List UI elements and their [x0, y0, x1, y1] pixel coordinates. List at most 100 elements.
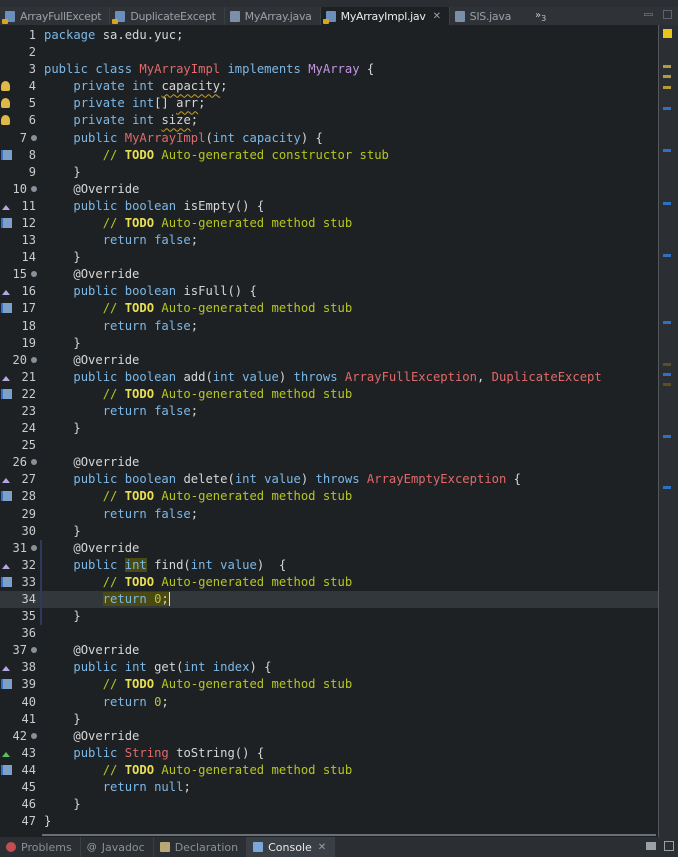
task-icon[interactable]: [1, 764, 12, 775]
line-gutter[interactable]: 23: [0, 403, 40, 420]
task-icon[interactable]: [1, 679, 12, 690]
code-line[interactable]: 26 @Override: [0, 454, 658, 471]
fold-toggle-icon[interactable]: [31, 271, 37, 278]
warning-summary-icon[interactable]: [663, 29, 672, 38]
code-line[interactable]: 32 public int find(int value) {: [0, 556, 658, 574]
overrides-icon[interactable]: [2, 751, 10, 757]
code-line[interactable]: 14 }: [0, 249, 658, 266]
line-gutter[interactable]: 31: [0, 540, 40, 557]
line-gutter[interactable]: 35: [0, 608, 40, 625]
line-gutter[interactable]: 36: [0, 625, 40, 642]
ruler-task-marker[interactable]: [663, 373, 671, 376]
line-gutter[interactable]: 19: [0, 335, 40, 352]
code-line[interactable]: 34 return 0;: [0, 590, 658, 608]
code-line[interactable]: 13 return false;: [0, 232, 658, 249]
line-gutter[interactable]: 5: [0, 95, 40, 112]
ruler-task-marker[interactable]: [663, 254, 671, 257]
code-line[interactable]: 28 // TODO Auto-generated method stub: [0, 488, 658, 505]
implements-icon[interactable]: [2, 666, 10, 672]
ruler-task-marker[interactable]: [663, 486, 671, 489]
line-gutter[interactable]: 37: [0, 642, 40, 659]
code-line[interactable]: 33 // TODO Auto-generated method stub: [0, 573, 658, 591]
code-line[interactable]: 9 }: [0, 164, 658, 181]
line-gutter[interactable]: 15: [0, 266, 40, 283]
code-line[interactable]: 2: [0, 44, 658, 61]
line-gutter[interactable]: 20: [0, 352, 40, 369]
tab-overflow-button[interactable]: »3: [535, 10, 546, 23]
ruler-task-marker[interactable]: [663, 321, 671, 324]
task-icon[interactable]: [1, 576, 12, 587]
code-line[interactable]: 45 return null;: [0, 779, 658, 796]
ruler-task-marker[interactable]: [663, 107, 671, 110]
line-gutter[interactable]: 1: [0, 27, 40, 44]
code-line[interactable]: 24 }: [0, 420, 658, 437]
code-line[interactable]: 5 private int[] arr;: [0, 95, 658, 112]
implements-icon[interactable]: [2, 290, 10, 296]
tab-problems[interactable]: Problems: [0, 837, 81, 857]
code-line[interactable]: 43 public String toString() {: [0, 745, 658, 762]
code-line[interactable]: 25: [0, 437, 658, 454]
line-gutter[interactable]: 18: [0, 318, 40, 335]
line-gutter[interactable]: 30: [0, 523, 40, 540]
code-line[interactable]: 39 // TODO Auto-generated method stub: [0, 676, 658, 693]
tab-myarray[interactable]: MyArray.java: [225, 7, 321, 25]
line-gutter[interactable]: 2: [0, 44, 40, 61]
close-tab-icon[interactable]: ✕: [318, 842, 326, 853]
fold-toggle-icon[interactable]: [31, 459, 37, 466]
tab-console[interactable]: Console ✕: [247, 837, 336, 857]
line-gutter[interactable]: 39: [0, 676, 40, 693]
code-line[interactable]: 38 public int get(int index) {: [0, 659, 658, 676]
line-gutter[interactable]: 43: [0, 745, 40, 762]
pin-icon[interactable]: [646, 842, 656, 850]
line-gutter[interactable]: 24: [0, 420, 40, 437]
code-line[interactable]: 31 @Override: [0, 539, 658, 557]
code-line[interactable]: 7 public MyArrayImpl(int capacity) {: [0, 130, 658, 147]
code-line[interactable]: 1 package sa.edu.yuc;: [0, 27, 658, 44]
line-gutter[interactable]: 11: [0, 198, 40, 215]
implements-icon[interactable]: [2, 563, 10, 569]
fold-toggle-icon[interactable]: [31, 356, 37, 363]
code-line[interactable]: 41 }: [0, 711, 658, 728]
line-gutter[interactable]: 34: [0, 591, 40, 608]
line-gutter[interactable]: 27: [0, 471, 40, 488]
code-line[interactable]: 12 // TODO Auto-generated method stub: [0, 215, 658, 232]
warning-icon[interactable]: [1, 81, 10, 92]
line-gutter[interactable]: 47: [0, 813, 40, 830]
tab-duplicateexception[interactable]: DuplicateExcept: [110, 7, 225, 25]
code-line[interactable]: 42 @Override: [0, 728, 658, 745]
tab-declaration[interactable]: Declaration: [154, 837, 248, 857]
tab-myarrayimpl[interactable]: MyArrayImpl.jav ✕: [320, 7, 450, 25]
line-gutter[interactable]: 3: [0, 61, 40, 78]
code-line[interactable]: 6 private int size;: [0, 112, 658, 129]
line-gutter[interactable]: 28: [0, 488, 40, 505]
task-icon[interactable]: [1, 388, 12, 399]
ruler-occurrence-marker[interactable]: [663, 363, 671, 366]
code-line[interactable]: 20 @Override: [0, 352, 658, 369]
fold-toggle-icon[interactable]: [31, 647, 37, 654]
code-line[interactable]: 3 public class MyArrayImpl implements MyA…: [0, 61, 658, 78]
implements-icon[interactable]: [2, 204, 10, 210]
fold-toggle-icon[interactable]: [31, 544, 37, 551]
warning-icon[interactable]: [1, 115, 10, 126]
overview-ruler[interactable]: [658, 25, 678, 837]
line-gutter[interactable]: 13: [0, 232, 40, 249]
code-line[interactable]: 18 return false;: [0, 318, 658, 335]
code-line[interactable]: 35 }: [0, 608, 658, 626]
line-gutter[interactable]: 25: [0, 437, 40, 454]
code-line[interactable]: 47}: [0, 813, 658, 830]
code-line[interactable]: 4 private int capacity;: [0, 78, 658, 95]
line-gutter[interactable]: 29: [0, 506, 40, 523]
line-gutter[interactable]: 41: [0, 711, 40, 728]
line-gutter[interactable]: 32: [0, 557, 40, 574]
code-line[interactable]: 16 public boolean isFull() {: [0, 283, 658, 300]
code-line[interactable]: 23 return false;: [0, 403, 658, 420]
minimize-button[interactable]: [644, 13, 653, 16]
ruler-warning-marker[interactable]: [663, 86, 671, 89]
code-line[interactable]: 17 // TODO Auto-generated method stub: [0, 300, 658, 317]
ruler-task-marker[interactable]: [663, 202, 671, 205]
code-line[interactable]: 21 public boolean add(int value) throws …: [0, 369, 658, 386]
line-gutter[interactable]: 17: [0, 300, 40, 317]
task-icon[interactable]: [1, 217, 12, 228]
line-gutter[interactable]: 12: [0, 215, 40, 232]
line-gutter[interactable]: 6: [0, 112, 40, 129]
